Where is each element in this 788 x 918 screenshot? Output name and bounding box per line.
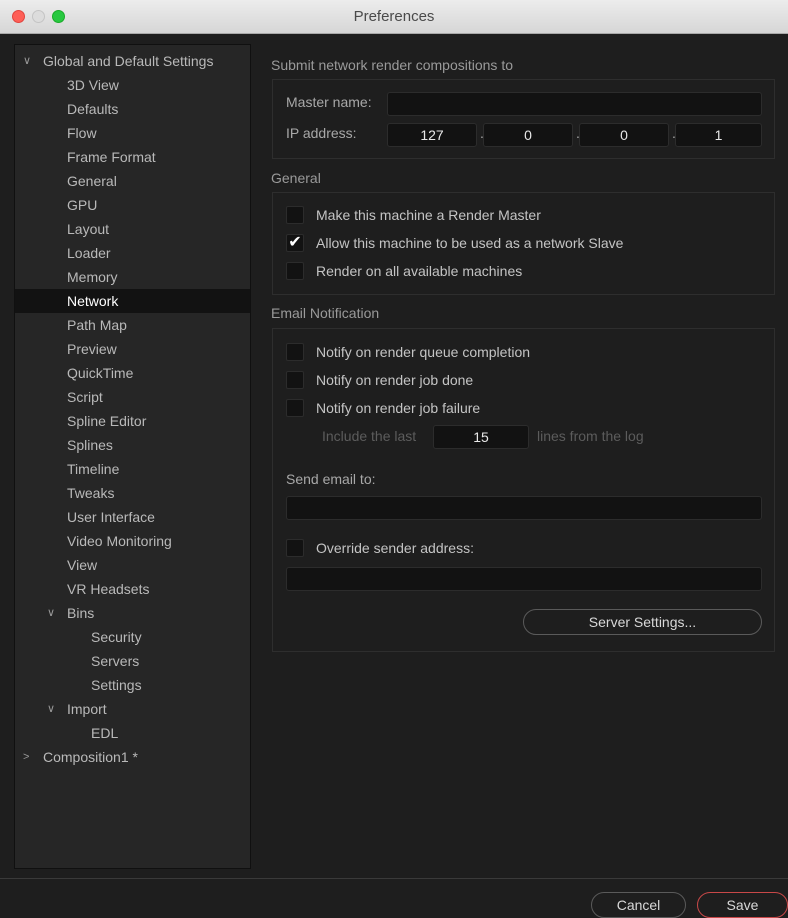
- tree-item-bins[interactable]: ∨ Bins: [15, 601, 250, 625]
- send-email-to-label: Send email to:: [286, 471, 376, 487]
- cancel-button[interactable]: Cancel: [591, 892, 686, 918]
- tree-item-splines[interactable]: Splines: [15, 433, 250, 457]
- tree-item-memory[interactable]: Memory: [15, 265, 250, 289]
- send-email-to-input[interactable]: [286, 496, 762, 520]
- tree-item-composition1[interactable]: > Composition1 *: [15, 745, 250, 769]
- network-group: Master name: IP address: 127 . 0 . 0 . 1: [272, 79, 775, 159]
- lines-from-log-label: lines from the log: [537, 428, 644, 444]
- ip-octet-3-input[interactable]: 0: [579, 123, 669, 147]
- notify-job-failure-checkbox[interactable]: [286, 399, 304, 417]
- master-name-label: Master name:: [286, 94, 372, 110]
- render-master-label: Make this machine a Render Master: [316, 207, 541, 223]
- title-bar: Preferences: [0, 0, 788, 34]
- tree-item-edl[interactable]: EDL: [15, 721, 250, 745]
- network-section-title: Submit network render compositions to: [271, 57, 513, 73]
- tree-item-servers[interactable]: Servers: [15, 649, 250, 673]
- window-title: Preferences: [353, 8, 435, 25]
- tree-item-spline-editor[interactable]: Spline Editor: [15, 409, 250, 433]
- override-sender-input[interactable]: [286, 567, 762, 591]
- include-lines-input[interactable]: 15: [433, 425, 529, 449]
- chevron-right-icon[interactable]: >: [23, 745, 29, 769]
- email-group: Notify on render queue completion Notify…: [272, 328, 775, 652]
- override-sender-checkbox[interactable]: [286, 539, 304, 557]
- tree-item-general[interactable]: General: [15, 169, 250, 193]
- chevron-down-icon[interactable]: ∨: [47, 601, 55, 625]
- tree-item-vr-headsets[interactable]: VR Headsets: [15, 577, 250, 601]
- tree-item-loader[interactable]: Loader: [15, 241, 250, 265]
- notify-job-done-checkbox[interactable]: [286, 371, 304, 389]
- tree-item-global-and-default-settings[interactable]: ∨ Global and Default Settings: [15, 49, 250, 73]
- ip-octet-4-input[interactable]: 1: [675, 123, 762, 147]
- tree-item-frame-format[interactable]: Frame Format: [15, 145, 250, 169]
- general-section-title: General: [271, 170, 321, 186]
- notify-queue-completion-checkbox[interactable]: [286, 343, 304, 361]
- tree-item-settings[interactable]: Settings: [15, 673, 250, 697]
- chevron-down-icon[interactable]: ∨: [47, 697, 55, 721]
- tree-item-path-map[interactable]: Path Map: [15, 313, 250, 337]
- notify-queue-completion-label: Notify on render queue completion: [316, 344, 531, 360]
- tree-item-quicktime[interactable]: QuickTime: [15, 361, 250, 385]
- ip-octet-2-input[interactable]: 0: [483, 123, 573, 147]
- tree-item-import[interactable]: ∨ Import: [15, 697, 250, 721]
- tree-item-preview[interactable]: Preview: [15, 337, 250, 361]
- preferences-tree[interactable]: ∨ Global and Default Settings 3D View De…: [14, 44, 251, 869]
- save-button[interactable]: Save: [697, 892, 788, 918]
- server-settings-button[interactable]: Server Settings...: [523, 609, 762, 635]
- tree-item-script[interactable]: Script: [15, 385, 250, 409]
- tree-item-network[interactable]: Network: [15, 289, 250, 313]
- override-sender-label: Override sender address:: [316, 540, 474, 556]
- tree-item-video-monitoring[interactable]: Video Monitoring: [15, 529, 250, 553]
- tree-item-flow[interactable]: Flow: [15, 121, 250, 145]
- tree-item-view[interactable]: View: [15, 553, 250, 577]
- tree-item-timeline[interactable]: Timeline: [15, 457, 250, 481]
- render-all-machines-checkbox[interactable]: [286, 262, 304, 280]
- notify-job-failure-label: Notify on render job failure: [316, 400, 481, 416]
- tree-item-tweaks[interactable]: Tweaks: [15, 481, 250, 505]
- ip-address-label: IP address:: [286, 125, 357, 141]
- ip-octet-1-input[interactable]: 127: [387, 123, 477, 147]
- tree-item-3d-view[interactable]: 3D View: [15, 73, 250, 97]
- tree-item-security[interactable]: Security: [15, 625, 250, 649]
- tree-item-user-interface[interactable]: User Interface: [15, 505, 250, 529]
- master-name-input[interactable]: [387, 92, 762, 116]
- notify-job-done-label: Notify on render job done: [316, 372, 474, 388]
- chevron-down-icon[interactable]: ∨: [23, 49, 31, 73]
- dialog-footer: Cancel Save: [0, 878, 788, 918]
- general-group: Make this machine a Render Master ✔ Allo…: [272, 192, 775, 295]
- render-all-machines-label: Render on all available machines: [316, 263, 523, 279]
- network-slave-label: Allow this machine to be used as a netwo…: [316, 235, 624, 251]
- render-master-checkbox[interactable]: [286, 206, 304, 224]
- tree-item-defaults[interactable]: Defaults: [15, 97, 250, 121]
- email-section-title: Email Notification: [271, 305, 380, 321]
- tree-item-gpu[interactable]: GPU: [15, 193, 250, 217]
- include-last-label: Include the last: [322, 428, 417, 444]
- network-slave-checkbox[interactable]: ✔: [286, 234, 304, 252]
- tree-item-layout[interactable]: Layout: [15, 217, 250, 241]
